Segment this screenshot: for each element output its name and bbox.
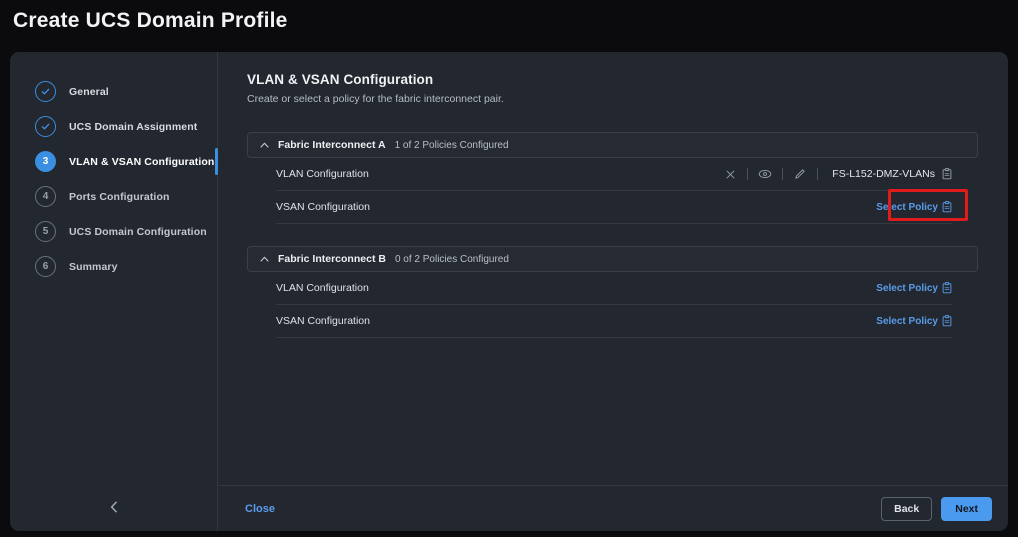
section-title: VLAN & VSAN Configuration (247, 72, 978, 87)
step-number: 5 (35, 221, 56, 242)
section-subtitle: Create or select a policy for the fabric… (247, 93, 978, 105)
policy-row-actions: Select Policy (876, 315, 952, 327)
step-label: UCS Domain Configuration (69, 226, 207, 238)
policy-row-actions: Select Policy (876, 201, 952, 213)
policy-name: FS-L152-DMZ-VLANs (832, 168, 935, 180)
policy-doc-icon (942, 201, 952, 213)
divider (747, 168, 748, 180)
step-label: UCS Domain Assignment (69, 121, 197, 133)
page-title: Create UCS Domain Profile (0, 0, 1018, 33)
pencil-icon[interactable] (789, 165, 811, 183)
step-list: General UCS Domain Assignment 3 VLAN & V… (10, 52, 217, 485)
sidebar-item-ucs-domain-configuration[interactable]: 5 UCS Domain Configuration (10, 214, 217, 249)
chevron-left-icon[interactable] (102, 497, 126, 519)
table-row: VLAN Configuration (276, 158, 952, 191)
chevron-up-icon (260, 141, 269, 151)
close-button[interactable]: Close (243, 499, 277, 519)
table-row: VSAN Configuration Select Policy (276, 305, 952, 338)
sidebar-item-general[interactable]: General (10, 74, 217, 109)
step-number: 3 (35, 151, 56, 172)
policy-row-label: VSAN Configuration (276, 201, 370, 213)
step-number: 4 (35, 186, 56, 207)
select-policy-label: Select Policy (876, 283, 938, 294)
table-row: VSAN Configuration Select Policy (276, 191, 952, 224)
sidebar-item-summary[interactable]: 6 Summary (10, 249, 217, 284)
wizard-footer: Close Back Next (218, 485, 1008, 531)
policy-row-label: VSAN Configuration (276, 315, 370, 327)
main-body: VLAN & VSAN Configuration Create or sele… (218, 52, 1008, 485)
chevron-up-icon (260, 255, 269, 265)
divider (817, 168, 818, 180)
step-check-icon (35, 116, 56, 137)
policy-doc-icon (942, 315, 952, 327)
accordion-fabric-interconnect-a: Fabric Interconnect A 1 of 2 Policies Co… (247, 132, 978, 224)
accordion-policy-count: 1 of 2 Policies Configured (395, 140, 509, 151)
select-policy-label: Select Policy (876, 316, 938, 327)
step-label: VLAN & VSAN Configuration (69, 156, 214, 168)
sidebar-item-ucs-domain-assignment[interactable]: UCS Domain Assignment (10, 109, 217, 144)
policy-row-actions: Select Policy (876, 282, 952, 294)
accordion-header-fabric-interconnect-a[interactable]: Fabric Interconnect A 1 of 2 Policies Co… (247, 132, 978, 158)
policy-row-label: VLAN Configuration (276, 168, 369, 180)
step-check-icon (35, 81, 56, 102)
accordion-title: Fabric Interconnect A (278, 139, 386, 151)
step-label: Ports Configuration (69, 191, 169, 203)
wizard-sidebar: General UCS Domain Assignment 3 VLAN & V… (10, 52, 218, 531)
wizard-main: VLAN & VSAN Configuration Create or sele… (218, 52, 1008, 531)
close-icon[interactable] (719, 165, 741, 183)
table-row: VLAN Configuration Select Policy (276, 272, 952, 305)
step-label: General (69, 86, 109, 98)
policy-doc-icon (942, 282, 952, 294)
policy-row-actions: FS-L152-DMZ-VLANs (719, 165, 952, 183)
sidebar-item-ports-configuration[interactable]: 4 Ports Configuration (10, 179, 217, 214)
select-policy-button[interactable]: Select Policy (876, 201, 952, 213)
policy-row-list: VLAN Configuration (276, 158, 952, 224)
sidebar-item-vlan-vsan-configuration[interactable]: 3 VLAN & VSAN Configuration (10, 144, 217, 179)
select-policy-label: Select Policy (876, 202, 938, 213)
accordion-title: Fabric Interconnect B (278, 253, 386, 265)
eye-icon[interactable] (754, 165, 776, 183)
back-button[interactable]: Back (881, 497, 932, 521)
policy-row-list: VLAN Configuration Select Policy VSAN Co (276, 272, 952, 338)
accordion-header-fabric-interconnect-b[interactable]: Fabric Interconnect B 0 of 2 Policies Co… (247, 246, 978, 272)
select-policy-button[interactable]: Select Policy (876, 315, 952, 327)
accordion-policy-count: 0 of 2 Policies Configured (395, 254, 509, 265)
next-button[interactable]: Next (941, 497, 992, 521)
policy-doc-icon[interactable] (942, 168, 952, 180)
accordion-fabric-interconnect-b: Fabric Interconnect B 0 of 2 Policies Co… (247, 246, 978, 338)
footer-actions: Back Next (881, 497, 992, 521)
select-policy-button[interactable]: Select Policy (876, 282, 952, 294)
policy-row-label: VLAN Configuration (276, 282, 369, 294)
divider (782, 168, 783, 180)
sidebar-collapse-row (10, 485, 217, 531)
wizard-card: General UCS Domain Assignment 3 VLAN & V… (10, 52, 1008, 531)
step-number: 6 (35, 256, 56, 277)
step-label: Summary (69, 261, 118, 273)
